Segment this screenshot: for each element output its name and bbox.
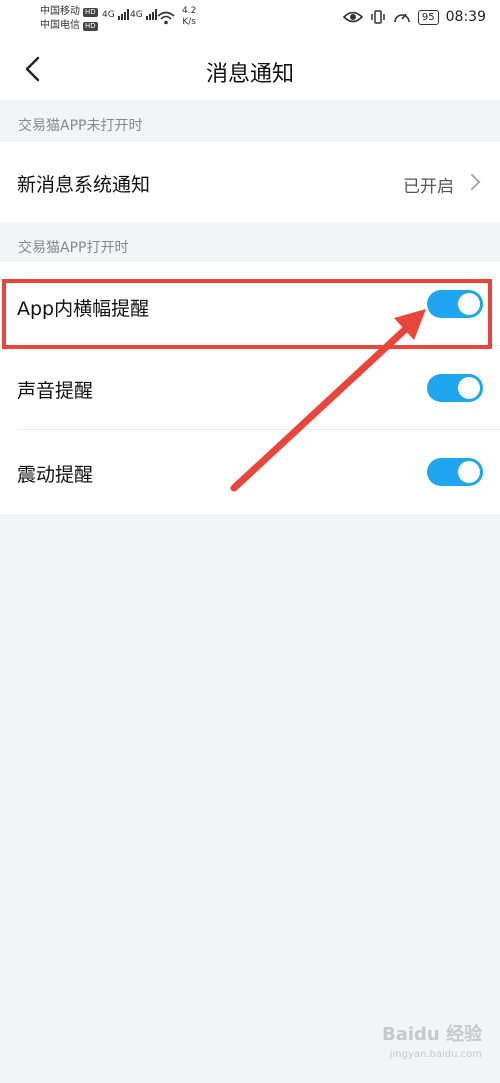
- battery-icon: 95: [417, 9, 439, 25]
- section-label-open: 交易猫APP打开时: [18, 240, 129, 256]
- toggle-knob: [458, 293, 480, 315]
- vibrate-icon: [371, 10, 385, 24]
- net-speed: 4.2 K/s: [182, 6, 197, 27]
- status-bar: 中国移动 HD 中国电信 HD 4G 4G 4.2 K/s 95 08:39: [0, 0, 500, 40]
- row-label: 声音提醒: [17, 380, 94, 402]
- sound-reminder-row: 声音提醒: [0, 346, 500, 430]
- sound-reminder-toggle[interactable]: [427, 374, 483, 402]
- clock: 08:39: [445, 9, 486, 25]
- row-label: 新消息系统通知: [17, 174, 151, 196]
- toggle-knob: [458, 461, 480, 483]
- new-message-notification-row[interactable]: 新消息系统通知 已开启: [0, 142, 500, 222]
- signal-2-icon: 4G: [130, 8, 157, 20]
- wifi-icon: [157, 11, 175, 25]
- hd-badge-1: HD: [83, 7, 98, 17]
- banner-reminder-row: App内横幅提醒: [0, 262, 500, 346]
- watermark-brand: Baidu 经验: [381, 1024, 482, 1045]
- speedometer-icon: [394, 13, 410, 23]
- nav-bar: 消息通知: [0, 40, 500, 100]
- vibration-reminder-row: 震动提醒: [0, 430, 500, 514]
- eye-icon: [342, 11, 363, 23]
- signal-1-icon: 4G: [102, 8, 129, 20]
- carrier-info: 中国移动 HD 中国电信 HD: [40, 5, 98, 33]
- toggle-knob: [458, 377, 480, 399]
- banner-reminder-toggle[interactable]: [427, 290, 483, 318]
- hd-badge-2: HD: [83, 21, 98, 31]
- row-label: App内横幅提醒: [17, 298, 150, 320]
- watermark-url: jingyan.baidu.com: [389, 1049, 482, 1060]
- carrier-2: 中国电信: [40, 20, 80, 31]
- page-title: 消息通知: [205, 62, 294, 87]
- section-label-closed: 交易猫APP未打开时: [18, 118, 143, 134]
- vibration-reminder-toggle[interactable]: [427, 458, 483, 486]
- watermark: Baidu 经验 jingyan.baidu.com: [382, 1025, 482, 1065]
- chevron-right-icon: [463, 173, 481, 191]
- row-label: 震动提醒: [17, 464, 94, 486]
- carrier-1: 中国移动: [40, 6, 80, 17]
- row-value: 已开启: [403, 177, 454, 197]
- status-right: 95 08:39: [342, 9, 486, 25]
